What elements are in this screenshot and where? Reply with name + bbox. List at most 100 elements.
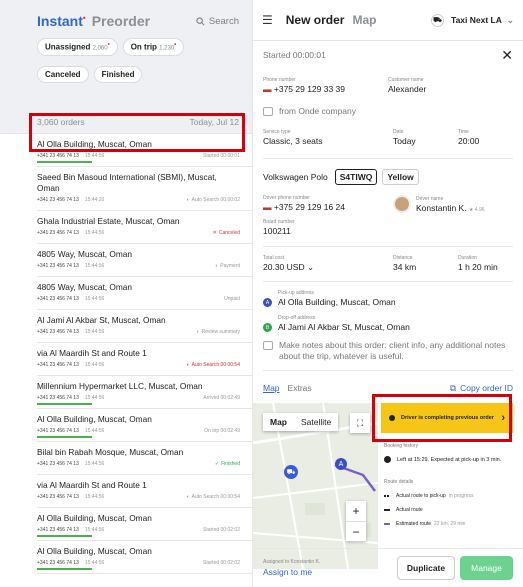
order-row[interactable]: Millennium Hypermarket LLC, Muscat, Oman… [37,376,252,409]
order-phone: +341 23 456 74 13 [37,329,79,335]
order-row[interactable]: Ghala Industrial Estate, Muscat, Oman +34… [37,211,252,244]
chip-label: Unassigned [45,42,91,52]
zoom-out-button[interactable]: − [346,521,366,541]
menu-icon[interactable]: ☰ [262,13,273,27]
map-type-satellite[interactable]: Satellite [294,413,338,431]
map-type-map[interactable]: Map [263,413,294,431]
car-icon: ⛟ [431,13,445,27]
route1-status: in progress [448,493,474,499]
tab-new-order[interactable]: New order [286,13,345,27]
manage-button[interactable]: Manage [460,556,513,580]
order-row[interactable]: Al Olla Building, Muscat, Oman +341 23 45… [37,134,252,167]
map-view[interactable]: Map Satellite ⛶ ⛟ A + − [253,403,378,569]
filter-chip[interactable]: Unassigned 2,060• [37,38,118,56]
driver-phone-value[interactable]: ▬ +375 29 129 16 24 [263,202,393,212]
order-status: On trip 00:02:49 [204,428,240,434]
filter-chip[interactable]: Canceled [37,65,89,83]
history-item: Left at 15:29. Expected at pick-up in 3 … [384,456,513,463]
order-row[interactable]: Al Olla Building, Muscat, Oman +341 23 45… [37,409,252,442]
notes-field[interactable]: Make notes about this order: client info… [263,340,513,371]
chip-dot: • [107,42,110,48]
distance-label: Distance [393,255,413,261]
orders-count: 3,060 orders [37,116,85,127]
chip-label: Finished [101,69,135,79]
map-tabs: Map Extras ⧉ Copy order ID [263,381,513,395]
phone-label: Phone number [263,77,296,83]
assign-to-me-link[interactable]: Assign to me [263,567,320,577]
order-row[interactable]: Al Olla Building, Muscat, Oman +341 23 45… [37,541,252,574]
tab-instant[interactable]: Instant• [37,13,86,29]
pickup-address[interactable]: A Pick-up address Al Olla Building, Muscat… [263,290,513,307]
started-timer: Started 00:00:01 [263,50,326,60]
tab-preorder[interactable]: Preorder [92,13,150,29]
tabs-row: Instant• Preorder Search [0,13,252,29]
chip-label: On trip [130,42,157,52]
order-address: Ghala Industrial Estate, Muscat, Oman [37,216,180,226]
chip-label: Canceled [45,69,81,79]
spinner-icon: ◐ [186,494,190,500]
tab-map-view[interactable]: Map [263,383,280,393]
duplicate-button[interactable]: Duplicate [397,556,455,580]
board-row: Board number 100211 [263,219,513,247]
filter-chip[interactable]: Finished [93,65,143,83]
search-label: Search [208,15,239,27]
tab-map[interactable]: Map [352,13,376,27]
order-status-label: Auto Search 00:00:02 [191,197,240,203]
zoom-in-button[interactable]: + [346,501,366,521]
contact-row: Phone number ▬ +375 29 129 33 39 Customer… [263,77,513,94]
order-row[interactable]: 4805 Way, Muscat, Oman +341 23 456 74 13 1… [37,244,252,277]
order-phone: +341 23 456 74 13 [37,560,79,566]
taxi-marker-icon[interactable]: ⛟ [284,465,298,479]
cost-dropdown[interactable]: 20.30 USD ⌄ [263,262,393,273]
fullscreen-icon[interactable]: ⛶ [350,413,370,433]
pickup-label: Pick-up address [278,290,314,296]
order-row[interactable]: via Al Maardih St and Route 1 +341 23 456… [37,475,252,508]
car-model: Volkswagen Polo [263,172,328,182]
order-time: 15:44:56 [84,560,105,566]
order-meta: +341 23 456 74 13 15:44:56 Started 00:02:0… [37,527,240,533]
tab-extras[interactable]: Extras [288,383,312,393]
note-icon [263,341,273,350]
history-text: Left at 15:29. Expected at pick-up in 3 … [397,456,502,463]
map-type-toggle: Map Satellite [263,413,339,431]
pickup-marker-icon[interactable]: A [335,458,347,470]
route3-distance: 22 km, 29 min [434,521,466,527]
order-row[interactable]: via Al Maardih St and Route 1 +341 23 456… [37,343,252,376]
date-label: Date [393,129,404,135]
copy-order-id-button[interactable]: ⧉ Copy order ID [450,383,513,394]
route-item-actual: Actual route [384,507,513,513]
order-status-label: On trip 00:02:49 [204,428,240,434]
order-row[interactable]: Al Olla Building, Muscat, Oman +341 23 45… [37,508,252,541]
order-row[interactable]: 4805 Way, Muscat, Oman +341 23 456 74 13 1… [37,277,252,310]
order-row[interactable]: Al Jami Al Akbar St, Muscat, Oman +341 23… [37,310,252,343]
route1-label: Actual route to pick-up [396,493,446,499]
order-row[interactable]: Bilal bin Rabah Mosque, Muscat, Oman +341… [37,442,252,475]
order-status-label: Started 00:00:01 [203,153,240,159]
order-meta: +341 23 456 74 13 15:44:56 ◐ Review summary [37,329,240,335]
app-selector[interactable]: ⛟ Taxi Next LA ⌄ [431,13,514,27]
service-row: Service type Classic, 3 seats Date Today T… [263,129,513,159]
dropoff-value: Al Jami Al Akbar St, Muscat, Oman [278,322,410,332]
order-time: 15:44:56 [84,153,105,159]
copy-icon: ⧉ [450,382,457,393]
order-address: via Al Maardih St and Route 1 [37,480,147,490]
order-status-label: Payment [220,263,240,269]
driver-rating: ★ 4.96 [468,206,485,213]
orders-panel: Instant• Preorder Search Unassigned 2,06… [0,0,253,587]
board-label: Board number [263,219,295,225]
order-time: 15:44:20 [84,197,105,203]
order-status: Unpaid [224,296,240,302]
order-meta: +341 23 456 74 13 15:44:56 ◐ Auto Search 00… [37,494,240,500]
filter-chip[interactable]: On trip 1,230• [122,38,185,56]
search-button[interactable]: Search [196,16,239,27]
order-row[interactable]: Saeed Bin Masoud International (SBMI), M… [37,167,252,211]
phone-value[interactable]: ▬ +375 29 129 33 39 [263,84,388,94]
order-time: 15:44:56 [84,527,105,533]
dropoff-address[interactable]: B Drop-off address Al Jami Al Akbar St, Mu… [263,315,513,332]
close-icon[interactable]: ✕ [501,47,513,64]
purple-line-icon [384,523,390,525]
order-status: ✕ Canceled [213,230,240,236]
order-time: 15:44:56 [84,494,105,500]
chip-count: 1,230 [159,45,175,52]
order-meta: +341 23 456 74 13 15:44:56 Started 00:00:0… [37,153,240,159]
